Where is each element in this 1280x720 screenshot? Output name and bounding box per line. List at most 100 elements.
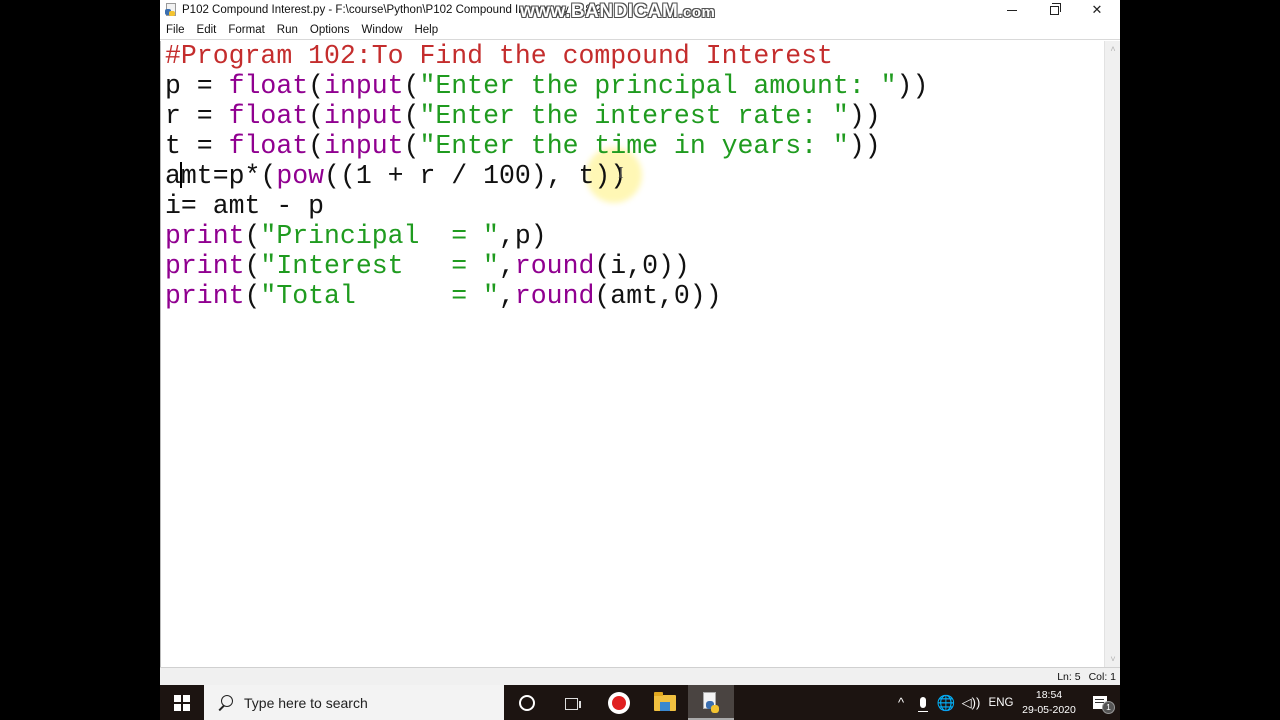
code-token-builtin: input: [324, 131, 404, 161]
vertical-scrollbar[interactable]: ˄ ˅: [1104, 41, 1120, 667]
code-line[interactable]: print("Principal = ",p): [165, 221, 928, 251]
code-token-builtin: float: [228, 131, 309, 161]
cortana-icon: [519, 694, 535, 711]
watermark-text: www.BANDICAM: [520, 1, 679, 22]
clock[interactable]: 18:54 29-05-2020: [1018, 685, 1080, 720]
code-token-default: (: [308, 71, 325, 101]
code-token-default: (i,0)): [594, 251, 690, 281]
clock-time: 18:54: [1035, 688, 1063, 701]
code-token-default: (: [244, 221, 261, 251]
code-token-default: ,p): [498, 221, 547, 251]
code-line[interactable]: t = float(input("Enter the time in years…: [165, 131, 928, 161]
screen: P102 Compound Interest.py - F:\course\Py…: [160, 0, 1120, 720]
code-token-builtin: round: [514, 281, 595, 311]
language-indicator[interactable]: ENG: [984, 685, 1018, 720]
restore-button[interactable]: [1032, 0, 1076, 20]
code-token-default: t =: [165, 131, 229, 161]
scroll-down-button[interactable]: ˅: [1105, 651, 1120, 667]
taskbar: Type here to search ^ 🌐 ◁)) ENG 18:54 29…: [160, 685, 1120, 720]
status-bar: Ln: 5 Col: 1: [160, 667, 1120, 685]
code-token-default: (: [308, 101, 325, 131]
menu-options[interactable]: Options: [304, 21, 356, 39]
code-token-comment: #Program 102:To Find the compound Intere…: [165, 41, 833, 71]
python-idle-taskbar-button[interactable]: [688, 685, 734, 720]
code-token-string: "Enter the time in years: ": [419, 131, 849, 161]
code-token-default: (: [244, 251, 261, 281]
code-line[interactable]: r = float(input("Enter the interest rate…: [165, 101, 928, 131]
system-tray: ^ 🌐 ◁)) ENG 18:54 29-05-2020 1: [890, 685, 1120, 720]
code-token-builtin: pow: [276, 161, 325, 191]
task-view-button[interactable]: [550, 685, 596, 720]
code-token-default: a: [165, 161, 181, 191]
menu-file[interactable]: File: [160, 21, 191, 39]
menu-help[interactable]: Help: [408, 21, 444, 39]
code-token-string: "Interest = ": [260, 251, 499, 281]
code-token-builtin: print: [165, 251, 245, 281]
code-token-default: (: [403, 131, 420, 161]
minimize-button[interactable]: [990, 0, 1034, 20]
watermark-suffix: .com: [678, 4, 716, 21]
windows-logo-icon: [174, 694, 190, 711]
code-token-default: mt=p*(: [180, 161, 277, 191]
code-token-builtin: print: [165, 221, 245, 251]
code-token-default: (: [403, 101, 420, 131]
code-token-builtin: round: [514, 251, 595, 281]
scroll-up-button[interactable]: ˄: [1105, 41, 1120, 57]
code-token-string: "Total = ": [260, 281, 499, 311]
network-icon[interactable]: 🌐: [934, 685, 958, 720]
action-center-button[interactable]: 1: [1080, 685, 1120, 720]
menu-bar: File Edit Format Run Options Window Help: [160, 20, 1120, 40]
close-button[interactable]: ✕: [1075, 0, 1119, 20]
code-editor[interactable]: #Program 102:To Find the compound Intere…: [160, 41, 1104, 667]
title-bar: P102 Compound Interest.py - F:\course\Py…: [160, 0, 1120, 22]
volume-icon[interactable]: ◁)): [958, 685, 984, 720]
python-file-icon: [164, 3, 178, 17]
code-token-builtin: input: [324, 101, 404, 131]
cortana-button[interactable]: [504, 685, 550, 720]
code-line[interactable]: print("Interest = ",round(i,0)): [165, 251, 928, 281]
code-token-default: ((1 + r / 100), t)): [324, 161, 627, 191]
code-line[interactable]: p = float(input("Enter the principal amo…: [165, 71, 928, 101]
ibeam-cursor-icon: I: [618, 163, 624, 182]
code-token-default: p =: [165, 71, 229, 101]
code-token-default: (: [308, 131, 325, 161]
code-token-default: r =: [165, 101, 229, 131]
python-idle-icon: [702, 691, 720, 714]
line-number: Ln: 5: [1057, 670, 1081, 683]
bandicam-taskbar-button[interactable]: [596, 685, 642, 720]
clock-date: 29-05-2020: [1022, 703, 1076, 716]
menu-format[interactable]: Format: [222, 21, 270, 39]
folder-icon: [654, 691, 676, 711]
code-token-default: )): [896, 71, 929, 101]
code-line[interactable]: print("Total = ",round(amt,0)): [165, 281, 928, 311]
code-text[interactable]: #Program 102:To Find the compound Intere…: [165, 41, 928, 311]
search-placeholder: Type here to search: [244, 694, 368, 711]
code-token-builtin: input: [324, 71, 404, 101]
search-icon: [216, 694, 234, 712]
code-token-string: "Enter the interest rate: ": [419, 101, 849, 131]
microphone-tray-button[interactable]: [912, 685, 934, 720]
start-button[interactable]: [160, 685, 204, 720]
restore-icon: [1049, 2, 1061, 15]
column-number: Col: 1: [1088, 670, 1116, 683]
code-token-default: )): [848, 131, 881, 161]
taskbar-search-box[interactable]: Type here to search: [204, 685, 504, 720]
show-hidden-icons-chevron-icon[interactable]: ^: [890, 685, 912, 720]
code-line[interactable]: amt=p*(pow((1 + r / 100), t)): [165, 161, 928, 191]
code-token-builtin: float: [228, 101, 309, 131]
menu-edit[interactable]: Edit: [191, 21, 223, 39]
code-token-default: ,: [498, 251, 515, 281]
code-token-default: )): [848, 101, 881, 131]
record-icon: [608, 691, 630, 714]
code-token-string: "Principal = ": [260, 221, 499, 251]
code-token-default: i= amt - p: [165, 191, 325, 221]
task-view-icon: [565, 696, 581, 710]
code-token-string: "Enter the principal amount: ": [419, 71, 897, 101]
code-line[interactable]: #Program 102:To Find the compound Intere…: [165, 41, 928, 71]
file-explorer-taskbar-button[interactable]: [642, 685, 688, 720]
code-token-default: (: [244, 281, 261, 311]
menu-window[interactable]: Window: [356, 21, 409, 39]
code-token-default: ,: [498, 281, 515, 311]
code-line[interactable]: i= amt - p: [165, 191, 928, 221]
menu-run[interactable]: Run: [271, 21, 304, 39]
